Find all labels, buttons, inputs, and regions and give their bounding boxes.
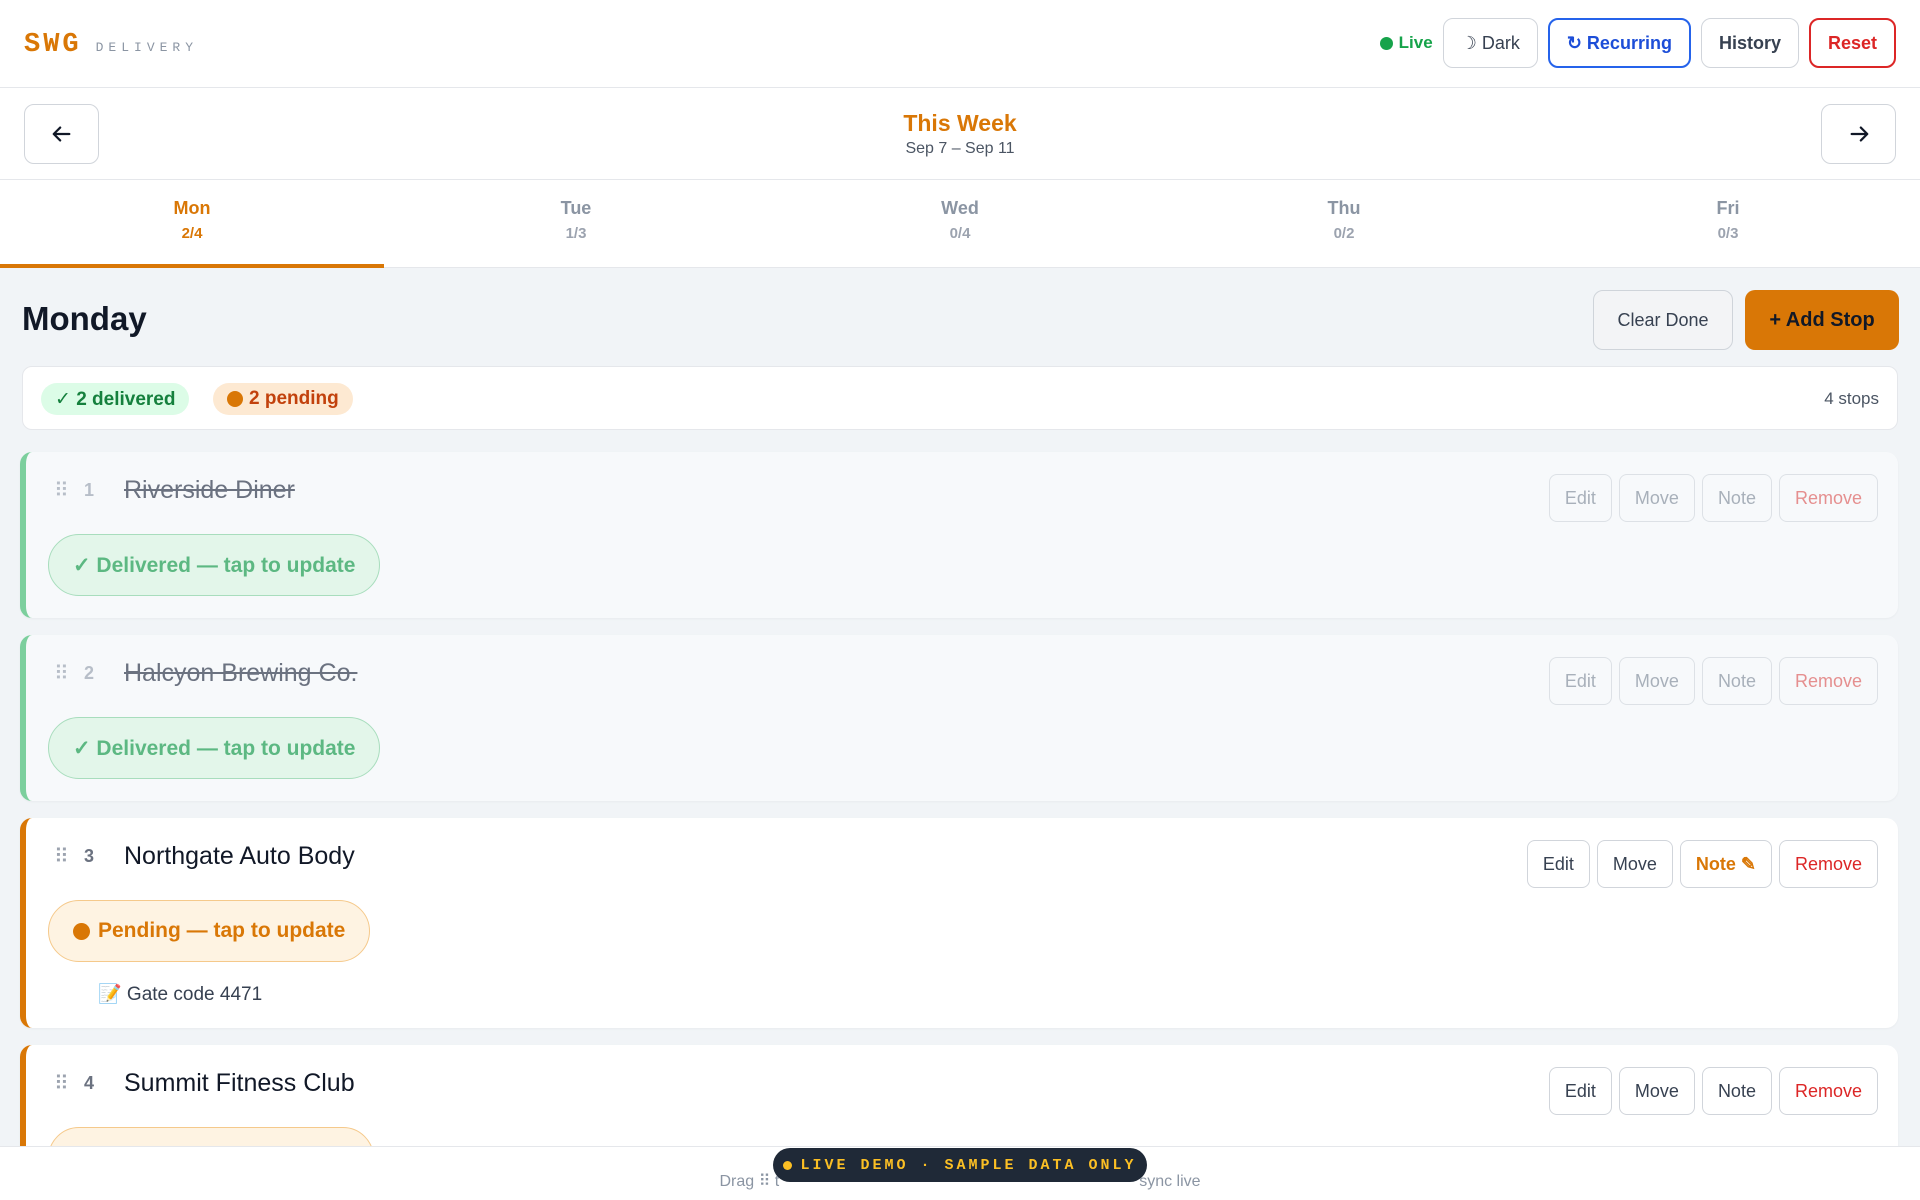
stop-name: Halcyon Brewing Co. bbox=[124, 659, 358, 687]
day-tabs: Mon 2/4 Tue 1/3 Wed 0/4 Thu 0/2 Fri 0/3 bbox=[0, 180, 1920, 268]
move-button[interactable]: Move bbox=[1618, 474, 1695, 522]
day-summary: ✓ 2 delivered 2 pending 4 stops bbox=[22, 366, 1898, 430]
pending-dot-icon bbox=[227, 391, 243, 407]
top-actions: Live ☽ Dark ↻ Recurring History Reset bbox=[1379, 18, 1896, 68]
stop-card: ⠿ 3 Northgate Auto Body Edit Move Note ✎… bbox=[20, 818, 1898, 1028]
drag-handle-icon[interactable]: ⠿ bbox=[54, 478, 69, 503]
remove-button[interactable]: Remove bbox=[1778, 474, 1878, 522]
stop-name: Summit Fitness Club bbox=[124, 1069, 355, 1097]
footer-hint-left: Drag ⠿ t bbox=[719, 1173, 780, 1190]
drag-handle-icon[interactable]: ⠿ bbox=[54, 661, 69, 686]
next-week-button[interactable] bbox=[1821, 104, 1896, 164]
remove-button[interactable]: Remove bbox=[1778, 657, 1878, 705]
live-indicator: Live bbox=[1379, 33, 1433, 53]
pending-dot-icon bbox=[73, 922, 90, 940]
tab-day-name: Thu bbox=[1327, 198, 1361, 218]
delivered-count-badge: ✓ 2 delivered bbox=[41, 383, 190, 415]
move-button[interactable]: Move bbox=[1618, 657, 1695, 705]
tab-fri[interactable]: Fri 0/3 bbox=[1536, 180, 1920, 267]
arrow-right-icon bbox=[1850, 126, 1868, 142]
move-button[interactable]: Move bbox=[1618, 1067, 1695, 1115]
move-button[interactable]: Move bbox=[1596, 840, 1673, 888]
tab-day-name: Wed bbox=[941, 198, 979, 218]
stop-number: 4 bbox=[84, 1073, 95, 1093]
brand-name: SWG bbox=[24, 30, 82, 60]
drag-handle-icon[interactable]: ⠿ bbox=[54, 844, 69, 869]
stop-name: Riverside Diner bbox=[124, 476, 295, 504]
remove-button[interactable]: Remove bbox=[1778, 840, 1878, 888]
week-navigation: This Week Sep 7 – Sep 11 bbox=[0, 88, 1920, 180]
tab-day-count: 1/3 bbox=[565, 225, 587, 242]
status-label: ✓ Delivered — tap to update bbox=[73, 736, 356, 760]
brand-logo: SWG DELIVERY bbox=[24, 30, 198, 60]
remove-button[interactable]: Remove bbox=[1778, 1067, 1878, 1115]
delivered-count: ✓ 2 delivered bbox=[55, 388, 176, 410]
stop-name: Northgate Auto Body bbox=[124, 842, 355, 870]
edit-button[interactable]: Edit bbox=[1548, 1067, 1612, 1115]
tab-wed[interactable]: Wed 0/4 bbox=[768, 180, 1152, 267]
note-button[interactable]: Note ✎ bbox=[1679, 840, 1772, 888]
stop-card: ⠿ 2 Halcyon Brewing Co. Edit Move Note R… bbox=[20, 635, 1898, 801]
status-label: ✓ Delivered — tap to update bbox=[73, 553, 356, 577]
status-toggle-button[interactable]: ✓ Delivered — tap to update bbox=[48, 534, 381, 596]
tab-day-count: 2/4 bbox=[181, 225, 203, 242]
top-bar: SWG DELIVERY Live ☽ Dark ↻ Recurring His… bbox=[0, 0, 1920, 88]
edit-button[interactable]: Edit bbox=[1548, 474, 1612, 522]
note-button[interactable]: Note bbox=[1701, 1067, 1772, 1115]
tab-day-count: 0/4 bbox=[949, 225, 971, 242]
week-range: Sep 7 – Sep 11 bbox=[905, 140, 1015, 157]
brand-subtitle: DELIVERY bbox=[95, 40, 199, 55]
recurring-button[interactable]: ↻ Recurring bbox=[1547, 18, 1691, 68]
pending-count: 2 pending bbox=[249, 388, 339, 409]
tab-thu[interactable]: Thu 0/2 bbox=[1152, 180, 1536, 267]
live-demo-badge: LIVE DEMO · SAMPLE DATA ONLY bbox=[773, 1148, 1147, 1182]
demo-badge-label: LIVE DEMO · SAMPLE DATA ONLY bbox=[800, 1156, 1137, 1174]
stop-actions: Edit Move Note ✎ Remove bbox=[1526, 840, 1878, 888]
stops-count: 4 stops bbox=[1824, 389, 1879, 408]
note-button[interactable]: Note bbox=[1701, 474, 1772, 522]
day-title: Monday bbox=[22, 300, 147, 337]
tab-day-count: 0/2 bbox=[1333, 225, 1355, 242]
tab-tue[interactable]: Tue 1/3 bbox=[384, 180, 768, 267]
dark-mode-button[interactable]: ☽ Dark bbox=[1442, 18, 1538, 68]
demo-dot-icon bbox=[783, 1160, 793, 1170]
stop-actions: Edit Move Note Remove bbox=[1548, 1067, 1878, 1115]
tab-day-name: Tue bbox=[560, 198, 592, 218]
status-toggle-button[interactable]: ✓ Delivered — tap to update bbox=[48, 717, 381, 779]
history-button[interactable]: History bbox=[1700, 18, 1799, 68]
status-toggle-button[interactable]: Pending — tap to update bbox=[48, 900, 371, 962]
stop-number: 3 bbox=[84, 846, 95, 866]
tab-mon[interactable]: Mon 2/4 bbox=[0, 180, 384, 268]
reset-button[interactable]: Reset bbox=[1808, 18, 1896, 68]
drag-handle-icon[interactable]: ⠿ bbox=[54, 1071, 69, 1096]
tab-day-count: 0/3 bbox=[1717, 225, 1739, 242]
add-stop-button[interactable]: + Add Stop bbox=[1745, 290, 1899, 350]
stop-actions: Edit Move Note Remove bbox=[1548, 474, 1878, 522]
live-dot-icon bbox=[1379, 36, 1393, 50]
edit-button[interactable]: Edit bbox=[1526, 840, 1590, 888]
footer-hint-right: sync live bbox=[1139, 1173, 1201, 1190]
stop-note: 📝 Gate code 4471 bbox=[98, 982, 262, 1006]
stop-number: 1 bbox=[84, 480, 95, 500]
tab-day-name: Fri bbox=[1716, 198, 1740, 218]
stop-number: 2 bbox=[84, 663, 95, 683]
tab-day-name: Mon bbox=[173, 198, 211, 218]
status-label: Pending — tap to update bbox=[98, 919, 346, 942]
note-button[interactable]: Note bbox=[1701, 657, 1772, 705]
live-label: Live bbox=[1398, 33, 1433, 52]
stop-actions: Edit Move Note Remove bbox=[1548, 657, 1878, 705]
edit-button[interactable]: Edit bbox=[1548, 657, 1612, 705]
stop-card: ⠿ 1 Riverside Diner Edit Move Note Remov… bbox=[20, 452, 1898, 618]
week-title: This Week bbox=[903, 110, 1017, 136]
pending-count-badge: 2 pending bbox=[213, 383, 353, 415]
clear-done-button[interactable]: Clear Done bbox=[1593, 290, 1733, 350]
note-text: 📝 Gate code 4471 bbox=[98, 984, 263, 1005]
